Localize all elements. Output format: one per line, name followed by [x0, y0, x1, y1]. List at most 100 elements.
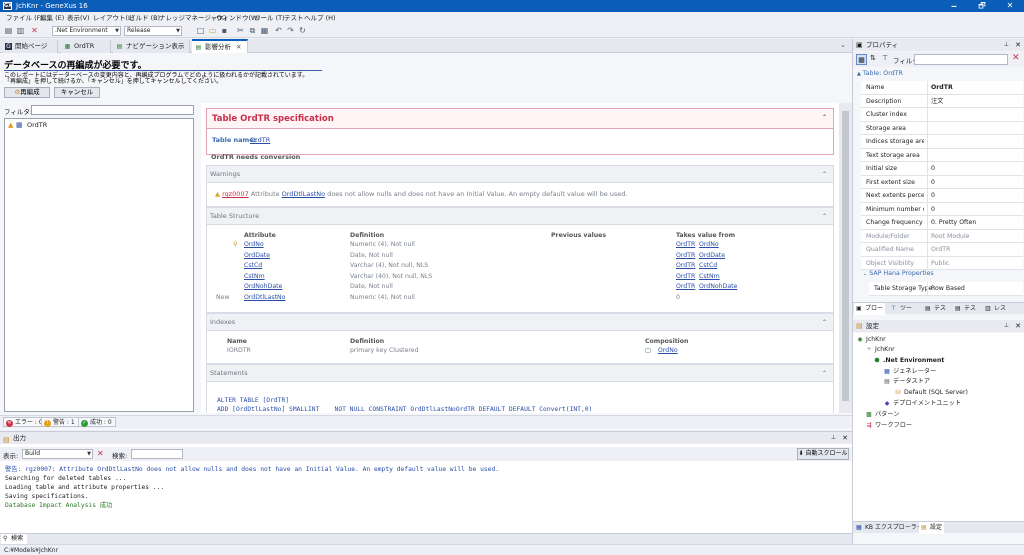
takes-value-table[interactable]: OrdTR — [676, 262, 695, 270]
success-filter[interactable]: ✓ 成功 : 0 — [78, 417, 116, 427]
collapse-icon[interactable]: ⌃ — [822, 314, 827, 331]
tab-settings[interactable]: ▤ 設定 — [919, 522, 945, 534]
cancel-build-icon[interactable]: ✕ — [30, 26, 39, 35]
property-value[interactable]: OrdTR — [927, 243, 1023, 256]
property-row[interactable]: Minimum number of 0 — [861, 202, 1023, 216]
close-tab-icon[interactable]: ✕ — [236, 43, 241, 51]
takes-value-attribute[interactable]: OrdNo — [699, 241, 719, 249]
close-window-button[interactable]: ✕ — [999, 0, 1021, 12]
menu-edit[interactable]: 編集 (E) — [40, 13, 64, 23]
pin-icon[interactable]: ⊥ — [1004, 320, 1009, 332]
settings-tree-item[interactable]: ◆ デプロイメントユニット — [883, 400, 961, 408]
close-output-icon[interactable]: ✕ — [842, 432, 848, 444]
environment-select[interactable]: .Net Environment ▼ — [52, 26, 121, 36]
tab-properties[interactable]: ▣ プロー — [854, 303, 886, 315]
redo-icon[interactable]: ↷ — [286, 26, 295, 35]
menu-build[interactable]: ビルド (B) — [129, 13, 160, 23]
categorized-icon[interactable]: ▦ — [856, 54, 867, 65]
menu-tools[interactable]: ツール (T) — [254, 13, 285, 23]
attribute-link[interactable]: OrdNohDate — [244, 283, 282, 291]
menu-help[interactable]: ヘルプ (H) — [304, 13, 336, 23]
save-icon[interactable]: ▪ — [220, 26, 229, 35]
spec-scrollbar[interactable] — [839, 103, 852, 413]
settings-tree-item[interactable]: ⛁ Default (SQL Server) — [894, 389, 967, 397]
settings-tree-item[interactable]: ▩ パターン — [865, 411, 899, 419]
configuration-select[interactable]: Release ▼ — [124, 26, 182, 36]
takes-value-attribute[interactable]: CstCd — [699, 262, 717, 270]
property-row[interactable]: Object Visibility Public — [861, 256, 1023, 270]
property-row[interactable]: Name OrdTR — [861, 81, 1023, 95]
property-value[interactable]: 0 — [927, 162, 1023, 175]
close-settings-icon[interactable]: ✕ — [1015, 320, 1021, 332]
property-value[interactable]: OrdTR — [927, 81, 1023, 94]
takes-value-table[interactable]: OrdTR — [676, 283, 695, 291]
property-value[interactable] — [927, 148, 1023, 162]
refresh-icon[interactable]: ↻ — [298, 26, 307, 35]
takes-value-attribute[interactable]: OrdDate — [699, 252, 725, 260]
filter-input[interactable] — [31, 105, 194, 115]
autoscroll-button[interactable]: ⬇ 自動スクロール — [797, 448, 849, 460]
menu-test[interactable]: テスト — [284, 13, 304, 23]
alphabetical-icon[interactable]: ⇅ — [870, 54, 876, 62]
settings-tree-item[interactable]: ◉ JchKnr — [856, 336, 885, 344]
build-icon[interactable]: ▥ — [16, 26, 25, 35]
collapse-icon[interactable]: ⌃ — [822, 166, 827, 183]
reorganize-button[interactable]: ⚙再編成 — [4, 87, 50, 98]
scroll-thumb[interactable] — [842, 111, 849, 401]
output-search-input[interactable] — [131, 449, 183, 459]
maximize-button[interactable]: 🗗 — [971, 0, 993, 12]
pin-icon[interactable]: ⊥ — [831, 432, 836, 444]
tab-navigation-view[interactable]: ▤ ナビゲーション表示 — [113, 40, 190, 53]
attribute-link[interactable]: OrdDtlLastNo — [244, 294, 285, 302]
undo-icon[interactable]: ↶ — [274, 26, 283, 35]
takes-value-table[interactable]: OrdTR — [676, 241, 695, 249]
tree-item-ordtr[interactable]: ▲ ▦ OrdTR — [8, 121, 47, 129]
settings-tree-item[interactable]: ⬢ .Net Environment — [873, 357, 944, 365]
attribute-link[interactable]: CstCd — [244, 262, 262, 270]
menu-file[interactable]: ファイル (F) — [6, 13, 43, 23]
filter-icon[interactable]: ⊤ — [882, 54, 888, 62]
property-row[interactable]: Module/Folder Root Module — [861, 229, 1023, 243]
property-value[interactable] — [927, 108, 1023, 121]
property-row[interactable]: Qualified Name OrdTR — [861, 243, 1023, 257]
close-properties-icon[interactable]: ✕ — [1015, 39, 1021, 51]
tab-overflow-icon[interactable]: ⌄ — [840, 41, 846, 49]
property-value[interactable]: 0. Pretty Often — [927, 216, 1023, 229]
open-icon[interactable]: ▭ — [208, 26, 217, 35]
property-row[interactable]: First extent size 0 — [861, 175, 1023, 189]
collapse-icon[interactable]: ⌃ — [822, 114, 827, 121]
table-name-link[interactable]: OrdTR — [250, 136, 270, 144]
new-object-icon[interactable]: □ — [196, 26, 205, 35]
property-value[interactable]: Public — [927, 256, 1023, 270]
property-value[interactable] — [927, 135, 1023, 148]
property-value[interactable]: 0 — [927, 202, 1023, 216]
pin-icon[interactable]: ⊥ — [1004, 39, 1009, 51]
minimize-button[interactable]: 🗕 — [943, 0, 965, 12]
property-row[interactable]: Description 注文 — [861, 94, 1023, 108]
warning-attribute-link[interactable]: OrdDtlLastNo — [282, 190, 326, 198]
sap-hana-category[interactable]: ⌄ SAP Hana Properties — [863, 270, 934, 277]
warnings-header[interactable]: Warnings ⌃ — [207, 166, 833, 183]
tab-toolbox[interactable]: ⊤ ツー — [889, 303, 914, 315]
property-value[interactable]: Root Module — [927, 229, 1023, 243]
index-composition-link[interactable]: OrdNo — [658, 347, 678, 355]
property-row[interactable]: Change frequency 0. Pretty Often — [861, 216, 1023, 230]
clear-filter-icon[interactable]: ✕ — [1012, 53, 1020, 63]
paste-icon[interactable]: ▦ — [260, 26, 269, 35]
settings-tree-item[interactable]: ⑂ JchKnr — [865, 346, 894, 354]
warning-code-link[interactable]: rgz0007 — [222, 190, 249, 198]
takes-value-table[interactable]: OrdTR — [676, 273, 695, 281]
warnings-filter[interactable]: ! 警告 : 1 — [41, 417, 79, 427]
property-row-table-storage-type[interactable]: Table Storage Type Row Based — [869, 282, 1023, 296]
property-value[interactable]: 0 — [927, 189, 1023, 202]
collapse-icon[interactable]: ⌃ — [822, 365, 827, 382]
clear-output-icon[interactable]: ✕ — [97, 449, 104, 458]
takes-value-table[interactable]: 0 — [676, 294, 680, 302]
property-value[interactable]: 0 — [927, 175, 1023, 189]
structure-header[interactable]: Table Structure ⌃ — [207, 208, 833, 225]
save-all-icon[interactable]: ▤ — [4, 26, 13, 35]
tab-test-1[interactable]: ▤ テス — [923, 303, 948, 315]
attribute-link[interactable]: OrdNo — [244, 241, 264, 249]
tab-responsive[interactable]: ▥ レス — [983, 303, 1008, 315]
tab-test-2[interactable]: ▤ テス — [953, 303, 978, 315]
